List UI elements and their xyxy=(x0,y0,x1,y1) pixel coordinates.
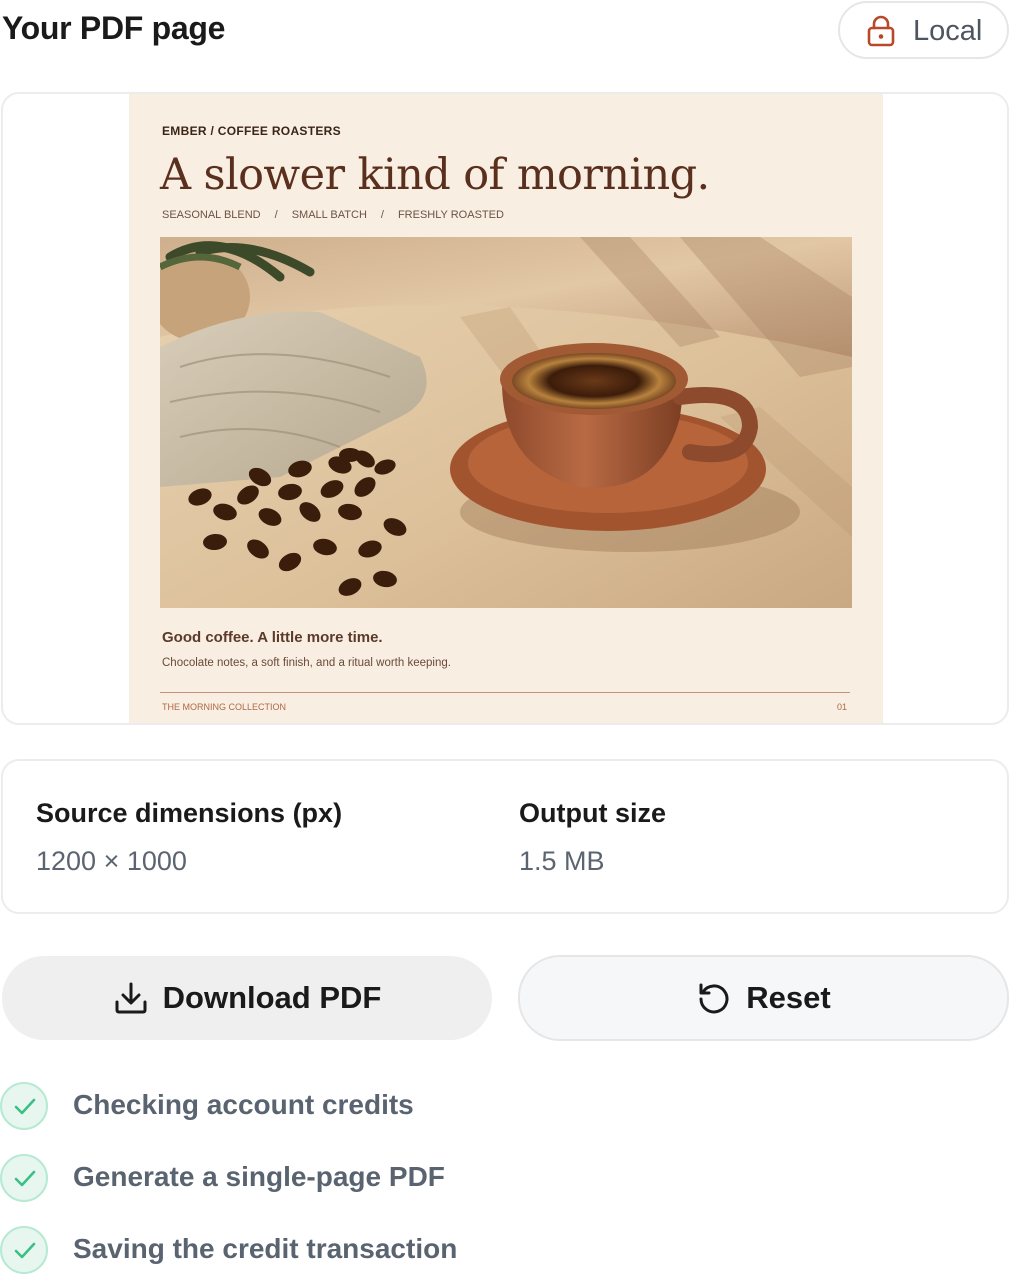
source-dimensions-value: 1200 × 1000 xyxy=(36,846,187,876)
check-icon xyxy=(0,1082,48,1130)
output-size-value: 1.5 MB xyxy=(519,846,605,876)
reset-icon xyxy=(699,983,729,1014)
check-icon xyxy=(0,1226,48,1274)
pdf-description: Chocolate notes, a soft finish, and a ri… xyxy=(162,657,451,669)
pdf-preview-card: EMBER / COFFEE ROASTERS A slower kind of… xyxy=(1,92,1009,725)
pdf-divider xyxy=(160,692,850,693)
stats-card: Source dimensions (px) 1200 × 1000 Outpu… xyxy=(1,759,1009,914)
pdf-tag-separator: / xyxy=(274,209,278,221)
page-title: Your PDF page xyxy=(2,10,226,46)
local-badge-label: Local xyxy=(913,15,983,47)
step-item: Checking account credits xyxy=(0,1082,600,1132)
step-label: Saving the credit transaction xyxy=(73,1233,458,1264)
check-icon xyxy=(0,1154,48,1202)
step-item: Generate a single-page PDF xyxy=(0,1154,600,1204)
pdf-tag: FRESHLY ROASTED xyxy=(397,209,504,221)
reset-label: Reset xyxy=(746,980,831,1015)
header: Your PDF page Local xyxy=(0,0,1010,62)
pdf-tags: SEASONAL BLEND / SMALL BATCH / FRESHLY R… xyxy=(162,209,504,221)
step-label: Generate a single-page PDF xyxy=(73,1161,445,1192)
pdf-tag-separator: / xyxy=(380,209,384,221)
pdf-footer-left: THE MORNING COLLECTION xyxy=(162,702,287,712)
reset-button[interactable]: Reset xyxy=(518,955,1009,1041)
pdf-tag: SEASONAL BLEND xyxy=(162,209,261,221)
output-size-label: Output size xyxy=(519,798,666,828)
download-pdf-button[interactable]: Download PDF xyxy=(2,956,492,1040)
download-icon xyxy=(115,982,147,1014)
source-dimensions-label: Source dimensions (px) xyxy=(36,798,343,828)
pdf-page: EMBER / COFFEE ROASTERS A slower kind of… xyxy=(129,94,883,723)
pdf-headline: A slower kind of morning. xyxy=(160,150,710,200)
pdf-tag: SMALL BATCH xyxy=(291,209,367,221)
local-badge: Local xyxy=(838,1,1009,59)
step-item: Saving the credit transaction xyxy=(0,1226,600,1274)
pdf-brand: EMBER / COFFEE ROASTERS xyxy=(162,124,341,138)
lock-icon xyxy=(867,15,895,47)
coffee-cup-photo xyxy=(160,237,852,608)
download-pdf-label: Download PDF xyxy=(162,980,382,1015)
pdf-page-number: 01 xyxy=(836,702,847,712)
pdf-subhead: Good coffee. A little more time. xyxy=(162,629,383,646)
step-label: Checking account credits xyxy=(73,1089,414,1120)
